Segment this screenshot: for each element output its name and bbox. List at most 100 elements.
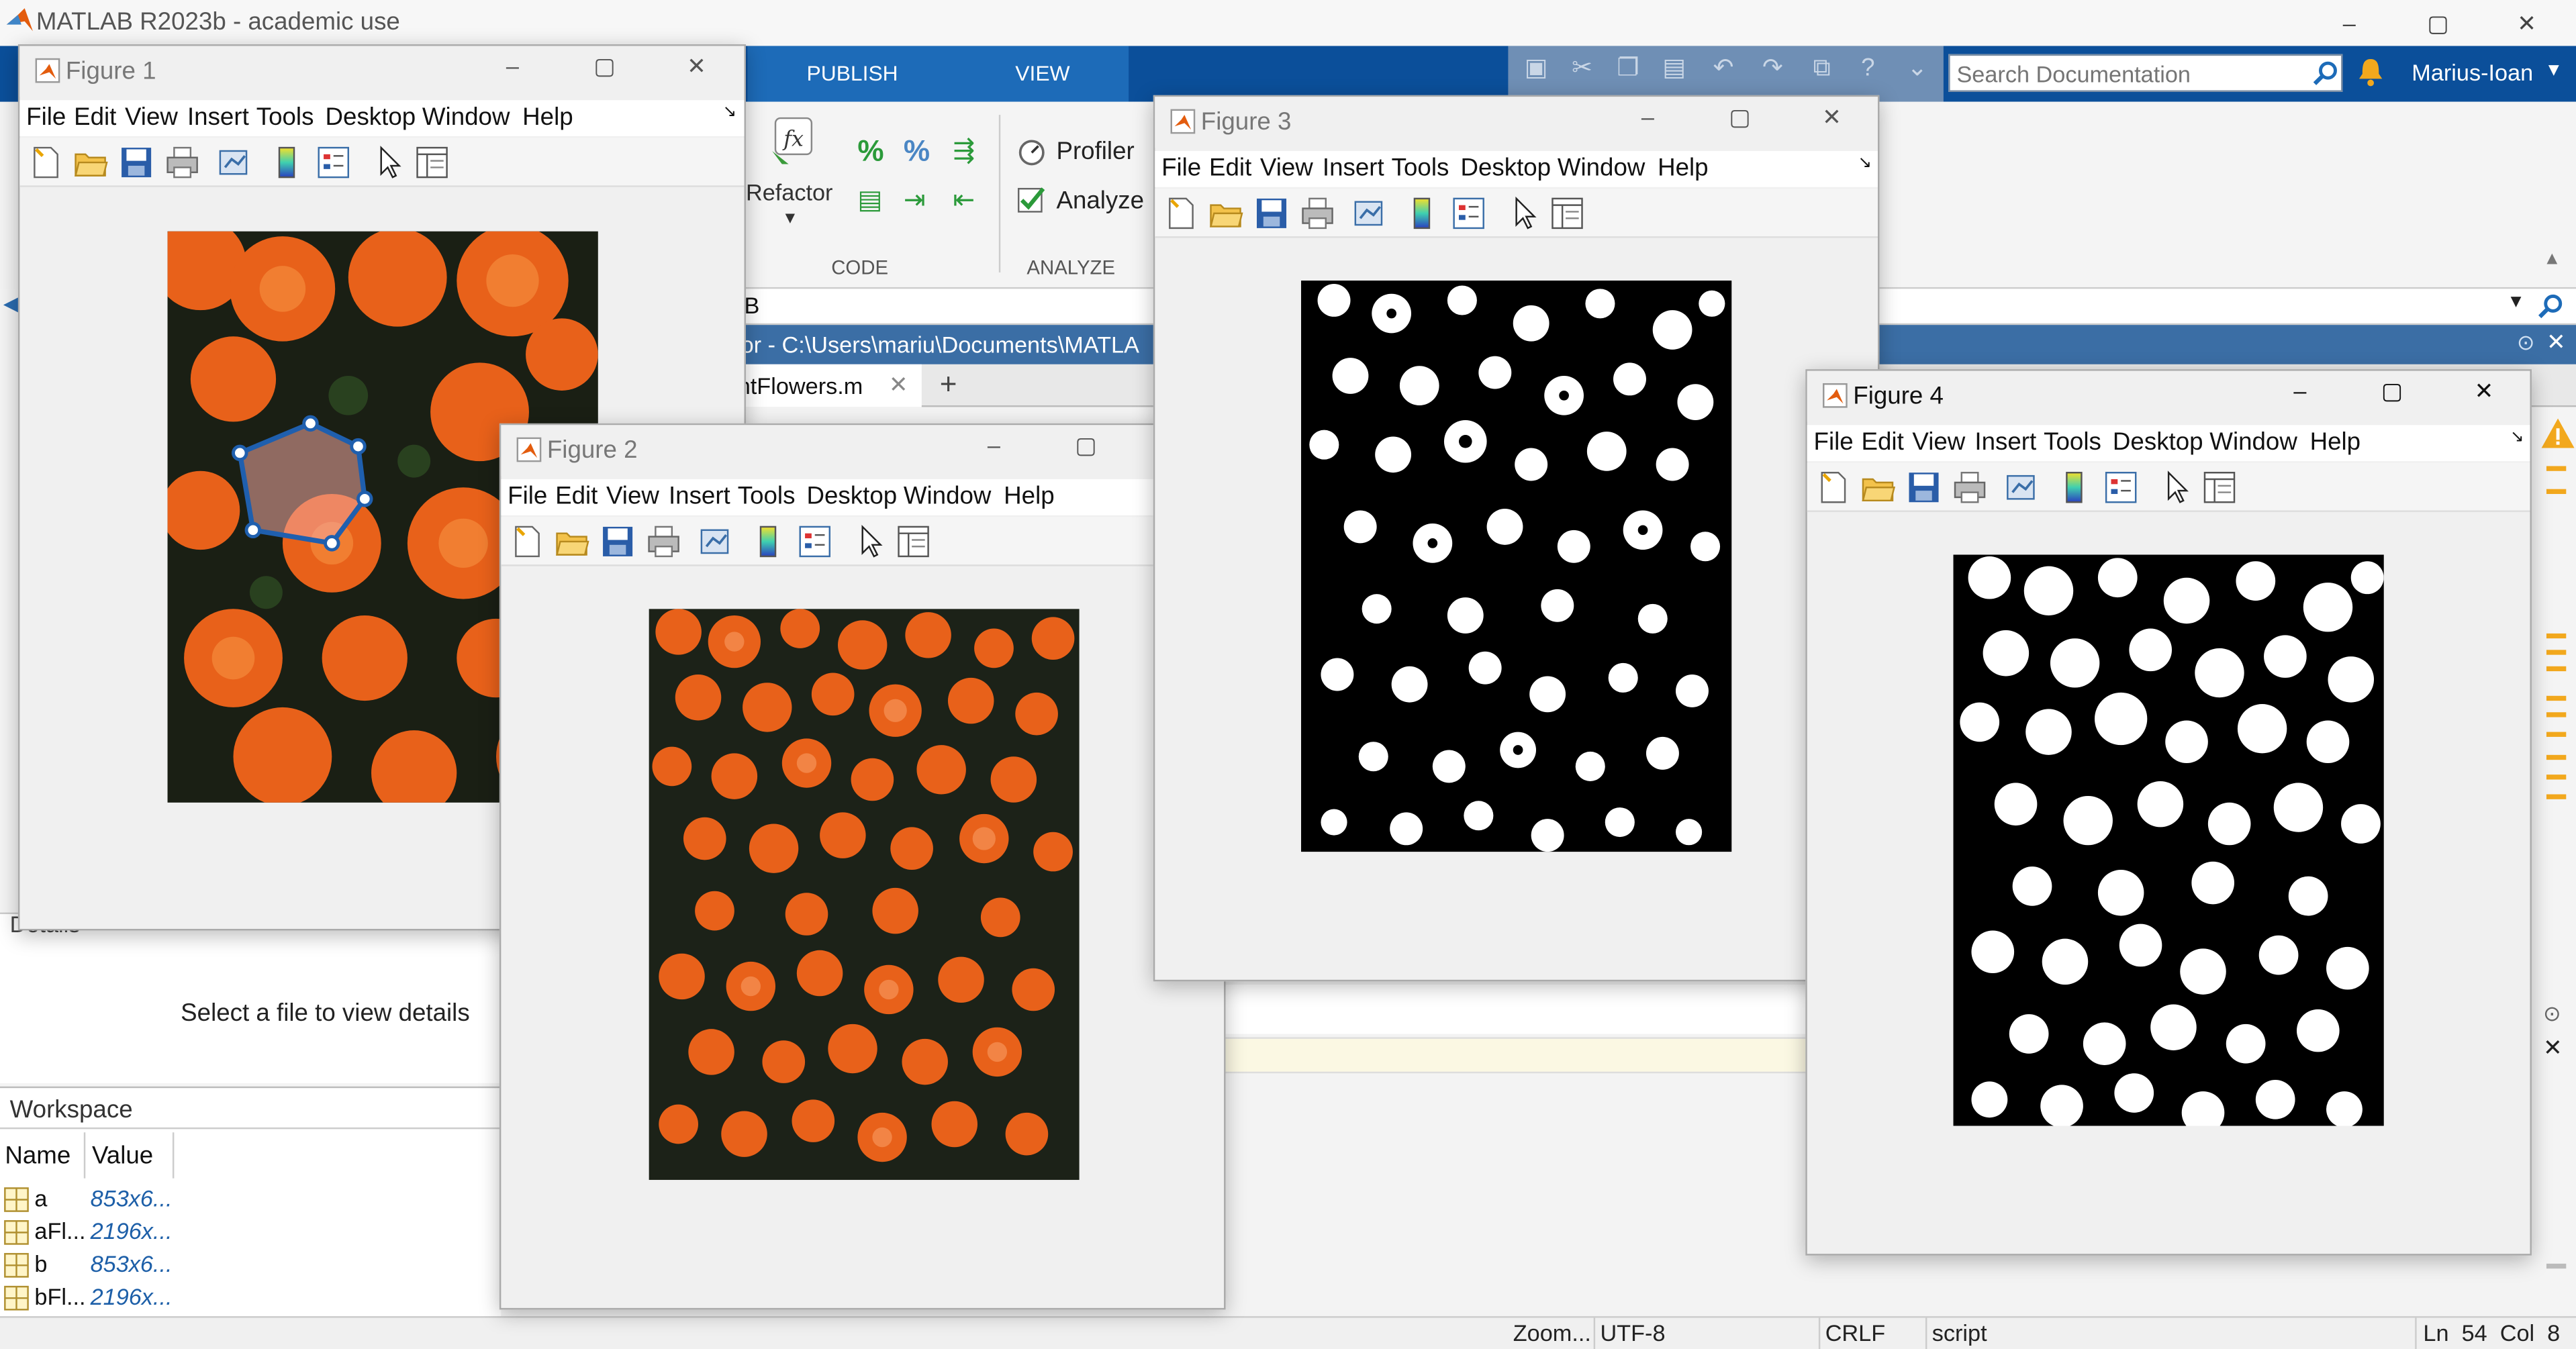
open-file-icon[interactable] (554, 523, 590, 560)
legend-icon[interactable] (2103, 469, 2139, 505)
warning-marker[interactable] (2546, 650, 2567, 655)
property-inspector-icon[interactable] (2201, 469, 2238, 505)
menu-tools[interactable]: Tools (1392, 154, 1449, 183)
menu-help[interactable]: Help (1004, 483, 1055, 511)
link-plot-icon[interactable] (2004, 469, 2040, 505)
pointer-icon[interactable] (853, 523, 889, 560)
print-icon[interactable] (164, 144, 201, 181)
warning-marker[interactable] (2546, 666, 2567, 672)
menu-edit[interactable]: Edit (555, 483, 598, 511)
line-ending-status[interactable]: CRLF (1825, 1319, 1885, 1346)
dock-figure-icon[interactable]: ↘ (1858, 154, 1872, 172)
file-type-status[interactable]: script (1932, 1319, 1987, 1346)
menu-file[interactable]: File (1814, 428, 1854, 456)
table-row[interactable]: bFl... 2196x... (0, 1282, 501, 1313)
maximize-button[interactable]: ▢ (2367, 377, 2416, 413)
link-plot-icon[interactable] (1352, 195, 1388, 232)
menu-desktop[interactable]: Desktop (1460, 154, 1551, 183)
figure-4-window[interactable]: Figure 4 ‒ ▢ ✕ File Edit View Insert Too… (1805, 369, 2532, 1256)
menu-help[interactable]: Help (1658, 154, 1709, 183)
copy-icon[interactable]: ❐ (1610, 51, 1646, 87)
menu-view[interactable]: View (125, 103, 178, 132)
menu-window[interactable]: Window (1558, 154, 1645, 183)
cut-icon[interactable]: ✂ (1564, 51, 1601, 87)
maximize-button[interactable]: ▢ (580, 52, 629, 89)
maximize-button[interactable]: ▢ (1715, 103, 1764, 140)
collapse-ribbon-icon[interactable]: ▲ (2543, 250, 2561, 269)
table-row[interactable]: a 853x6... (0, 1183, 501, 1214)
figure-title-bar[interactable]: Figure 2 ‒ ▢ (501, 425, 1225, 477)
menu-edit[interactable]: Edit (74, 103, 116, 132)
dock-figure-icon[interactable]: ↘ (2510, 428, 2524, 446)
column-header-value[interactable]: Value (92, 1142, 153, 1170)
legend-icon[interactable] (1451, 195, 1487, 232)
path-dropdown-icon[interactable]: ▼ (2507, 292, 2525, 311)
chevron-down-icon[interactable]: ▼ (2545, 60, 2563, 80)
print-icon[interactable] (1952, 469, 1988, 505)
zoom-status[interactable]: Zoom... (1513, 1319, 1591, 1346)
colorbar-icon[interactable] (751, 523, 787, 560)
redo-icon[interactable]: ↷ (1754, 51, 1791, 87)
property-inspector-icon[interactable] (1549, 195, 1586, 232)
refactor-button[interactable]: Refactor (746, 179, 833, 205)
menu-view[interactable]: View (606, 483, 659, 511)
save-figure-icon[interactable] (118, 144, 154, 181)
menu-tools[interactable]: Tools (2044, 428, 2101, 456)
minimize-button[interactable]: ‒ (1623, 103, 1672, 140)
open-file-icon[interactable] (1208, 195, 1244, 232)
search-icon[interactable] (2313, 60, 2339, 87)
menu-desktop[interactable]: Desktop (807, 483, 898, 511)
menu-tools[interactable]: Tools (256, 103, 314, 132)
warning-marker[interactable] (2546, 695, 2567, 701)
menu-insert[interactable]: Insert (1323, 154, 1384, 183)
more-options-icon[interactable]: ⌄ (1899, 51, 1936, 87)
user-account-menu[interactable]: Marius-Ioan (2412, 59, 2533, 85)
warning-marker[interactable] (2546, 794, 2567, 799)
folder-search-icon[interactable] (2538, 294, 2565, 320)
panel-options-icon[interactable]: ⊙ (2543, 1001, 2561, 1028)
close-button[interactable]: ✕ (2491, 0, 2563, 46)
new-figure-icon[interactable] (1163, 195, 1200, 232)
minimize-button[interactable]: ‒ (488, 52, 537, 89)
new-figure-icon[interactable] (28, 144, 64, 181)
save-figure-icon[interactable] (600, 523, 636, 560)
save-figure-icon[interactable] (1906, 469, 1942, 505)
menu-view[interactable]: View (1260, 154, 1313, 183)
colorbar-icon[interactable] (1404, 195, 1441, 232)
menu-insert[interactable]: Insert (187, 103, 249, 132)
column-divider[interactable] (83, 1132, 86, 1179)
encoding-status[interactable]: UTF-8 (1600, 1319, 1665, 1346)
file-tab-close-icon[interactable]: ✕ (889, 371, 908, 399)
menu-window[interactable]: Window (904, 483, 992, 511)
paste-icon[interactable]: ▤ (1656, 51, 1692, 87)
new-figure-icon[interactable] (1815, 469, 1852, 505)
minimize-button[interactable]: ‒ (969, 432, 1018, 468)
cleaned-mask-image[interactable] (1953, 554, 2384, 1126)
minimize-button[interactable]: ‒ (2313, 0, 2385, 46)
close-button[interactable]: ✕ (2459, 377, 2508, 413)
new-tab-button[interactable]: + (940, 368, 957, 402)
pointer-icon[interactable] (1507, 195, 1543, 232)
pointer-icon[interactable] (2158, 469, 2195, 505)
warning-marker[interactable] (2546, 754, 2567, 760)
column-header-name[interactable]: Name (5, 1142, 70, 1170)
menu-tools[interactable]: Tools (738, 483, 796, 511)
warning-marker[interactable] (2546, 732, 2567, 737)
print-icon[interactable] (646, 523, 682, 560)
link-plot-icon[interactable] (217, 144, 253, 181)
menu-insert[interactable]: Insert (1974, 428, 2036, 456)
comment-icon[interactable]: % (857, 135, 884, 169)
menu-help[interactable]: Help (522, 103, 573, 132)
open-file-icon[interactable] (73, 144, 109, 181)
colorbar-icon[interactable] (2057, 469, 2093, 505)
analyze-button[interactable]: Analyze (1056, 187, 1144, 215)
warning-marker[interactable] (2546, 466, 2567, 471)
menu-insert[interactable]: Insert (669, 483, 730, 511)
tab-publish[interactable]: PUBLISH (807, 60, 898, 85)
open-file-icon[interactable] (1860, 469, 1896, 505)
menu-edit[interactable]: Edit (1862, 428, 1904, 456)
menu-desktop[interactable]: Desktop (326, 103, 416, 132)
warning-marker[interactable] (2546, 712, 2567, 717)
dock-figure-icon[interactable]: ↘ (723, 103, 737, 121)
new-figure-icon[interactable] (510, 523, 546, 560)
